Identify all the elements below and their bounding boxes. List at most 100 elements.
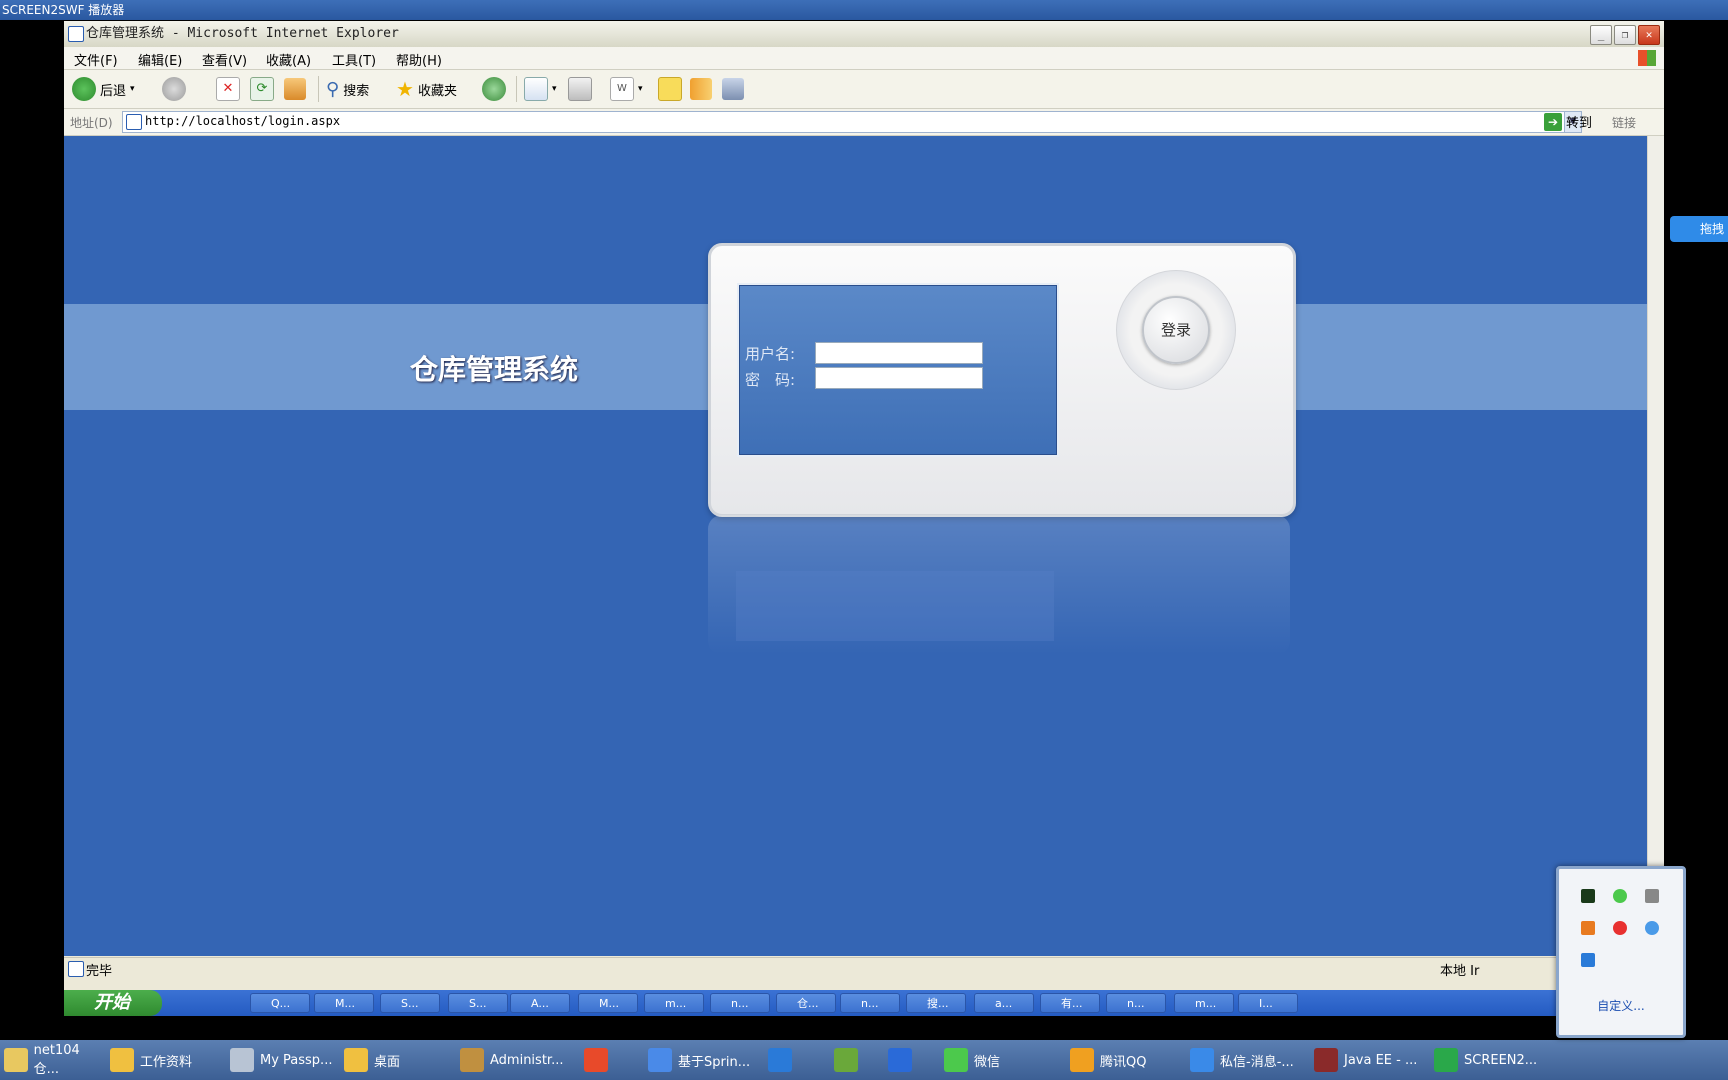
outer-task-button[interactable]: 工作资料 [106,1043,224,1077]
inner-task-button[interactable]: M... [578,993,638,1013]
outer-task-button[interactable]: Administr... [456,1043,574,1077]
home-button[interactable] [284,76,306,102]
messenger-button[interactable] [722,76,744,102]
status-text: 完毕 [86,964,113,979]
app-icon [230,1048,254,1072]
close-button[interactable]: ✕ [1638,25,1660,45]
usb-tray-icon[interactable] [1645,889,1659,903]
go-arrow-icon: ➔ [1544,112,1562,131]
wechat-tray-icon[interactable] [1613,889,1627,903]
outer-task-label: 私信-消息-... [1220,1054,1294,1070]
page-favicon-icon [126,114,142,130]
security-tray-icon[interactable] [1613,921,1627,935]
inner-task-button[interactable]: m... [644,993,704,1013]
menu-file[interactable]: 文件(F) [74,50,118,69]
username-label: 用户名: [745,345,796,363]
mail-button[interactable]: ▾ [524,76,557,102]
username-input[interactable] [815,342,983,364]
outer-task-button[interactable]: Java EE - ... [1310,1043,1426,1077]
inner-task-button[interactable]: m... [1174,993,1234,1013]
site-title: 仓库管理系统 [410,353,579,386]
links-button[interactable]: 链接 [1612,114,1636,131]
favorites-button[interactable]: ★ 收藏夹 [396,76,457,102]
inner-task-button[interactable]: a... [974,993,1034,1013]
address-input[interactable]: http://localhost/login.aspx ▼ [122,111,1582,133]
app-tray-icon[interactable] [1581,921,1595,935]
page-content: 仓库管理系统 用户名: 密 码: 登录 [64,136,1664,956]
search-label: 搜索 [343,83,370,99]
inner-task-button[interactable]: Q... [250,993,310,1013]
ie-window: 仓库管理系统 - Microsoft Internet Explorer _ ❐… [64,21,1664,991]
outer-task-button[interactable] [830,1043,880,1077]
refresh-button[interactable]: ⟳ [250,76,274,102]
menu-bar: 文件(F) 编辑(E) 查看(V) 收藏(A) 工具(T) 帮助(H) [64,47,1664,70]
password-label: 密 码: [745,371,796,389]
back-button[interactable]: 后退 ▾ [72,76,135,102]
inner-task-button[interactable]: S... [380,993,440,1013]
edit-button[interactable]: W ▾ [610,76,643,102]
menu-tools[interactable]: 工具(T) [332,50,376,69]
login-button[interactable]: 登录 [1142,296,1210,364]
outer-task-button[interactable] [580,1043,640,1077]
inner-taskbar: 开始 Q... M... S... S... A... M... m... n... 仓... n… [64,990,1664,1016]
menu-help[interactable]: 帮助(H) [396,50,442,69]
outer-task-label: Java EE - ... [1344,1052,1418,1068]
app-icon [944,1048,968,1072]
inner-task-button[interactable]: n... [1106,993,1166,1013]
inner-task-button[interactable]: n... [710,993,770,1013]
app-icon [1070,1048,1094,1072]
tray-customize-link[interactable]: 自定义... [1559,997,1683,1014]
restore-button[interactable]: ❐ [1614,25,1636,45]
standard-toolbar: 后退 ▾ ✕ ⟳ ⚲ 搜索 ★ 收藏夹 ▾ W ▾ [64,70,1664,109]
outer-taskbar: net104仓... 工作资料 My Passp... 桌面 Administr... 基… [0,1040,1728,1080]
outer-task-button[interactable]: 微信 [940,1043,1062,1077]
outer-task-button[interactable]: 桌面 [340,1043,454,1077]
print-button[interactable] [568,76,592,102]
inner-task-button[interactable]: 搜... [906,993,966,1013]
windows-logo-icon [1638,50,1656,66]
grid-tray-icon[interactable] [1581,953,1595,967]
inner-task-button[interactable]: 仓... [776,993,836,1013]
vertical-scrollbar[interactable] [1647,136,1664,956]
home-icon [284,78,306,100]
menu-favorites[interactable]: 收藏(A) [266,50,311,69]
forward-button[interactable] [162,76,186,102]
inner-task-button[interactable]: A... [510,993,570,1013]
outer-task-button[interactable] [764,1043,826,1077]
password-input[interactable] [815,367,983,389]
nvidia-tray-icon[interactable] [1581,889,1595,903]
app-icon [460,1048,484,1072]
app-icon [110,1048,134,1072]
app-icon [648,1048,672,1072]
inner-task-button[interactable]: I... [1238,993,1298,1013]
outer-task-label: 桌面 [374,1054,401,1070]
cloud-drag-chip[interactable]: 拖拽 [1670,216,1728,242]
inner-start-button[interactable]: 开始 [64,990,162,1016]
research-button[interactable] [690,76,712,102]
outer-task-button[interactable]: net104仓... [0,1043,104,1077]
stop-button[interactable]: ✕ [216,76,240,102]
outer-task-button[interactable]: 私信-消息-... [1186,1043,1306,1077]
menu-view[interactable]: 查看(V) [202,50,247,69]
inner-task-button[interactable]: S... [448,993,508,1013]
outer-task-button[interactable] [884,1043,936,1077]
outer-task-button[interactable]: 腾讯QQ [1066,1043,1184,1077]
research-book-icon [690,78,712,100]
history-button[interactable] [482,76,506,102]
outer-task-button[interactable]: My Passp... [226,1043,338,1077]
cloud-tray-icon[interactable] [1645,921,1659,935]
inner-task-button[interactable]: n... [840,993,900,1013]
search-button[interactable]: ⚲ 搜索 [326,76,369,102]
go-button[interactable]: ➔ 转到 [1544,112,1592,131]
login-card: 用户名: 密 码: 登录 [708,243,1296,517]
minimize-button[interactable]: _ [1590,25,1612,45]
inner-task-button[interactable]: M... [314,993,374,1013]
app-icon [834,1048,858,1072]
player-title: SCREEN2SWF 播放器 [2,3,125,17]
discuss-button[interactable] [658,76,682,102]
address-url: http://localhost/login.aspx [145,114,341,128]
outer-task-button[interactable]: 基于Sprin... [644,1043,762,1077]
menu-edit[interactable]: 编辑(E) [138,50,182,69]
inner-task-button[interactable]: 有... [1040,993,1100,1013]
outer-task-button[interactable]: SCREEN2... [1430,1043,1550,1077]
